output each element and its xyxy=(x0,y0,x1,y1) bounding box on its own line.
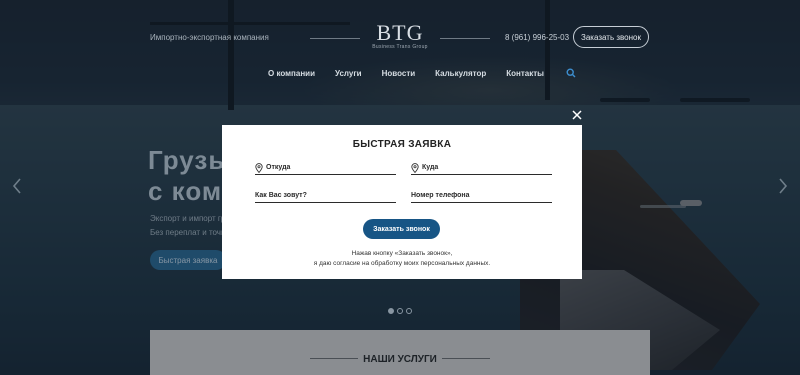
slider-dot[interactable] xyxy=(388,308,394,314)
location-pin-icon xyxy=(411,162,419,173)
location-pin-icon xyxy=(255,162,263,173)
consent-line: Нажав кнопку «Заказать звонок», xyxy=(351,250,453,257)
hero-quick-request-button[interactable]: Быстрая заявка xyxy=(150,250,226,270)
request-call-button[interactable]: Заказать звонок xyxy=(363,219,440,239)
slider-dots xyxy=(388,308,412,314)
hero-text-line: Экспорт и импорт гру xyxy=(150,214,230,223)
from-field xyxy=(255,161,396,175)
header-tagline: Импортно-экспортная компания xyxy=(150,33,269,42)
main-nav: О компании Услуги Новости Калькулятор Ко… xyxy=(268,68,576,78)
hero-text-line: Без переплат и точно xyxy=(150,228,230,237)
phone-field xyxy=(411,189,552,203)
hero-title-line: Грузы xyxy=(148,145,232,175)
search-icon[interactable] xyxy=(566,68,576,78)
header-phone[interactable]: 8 (961) 996-25-03 xyxy=(505,33,569,42)
consent-line: я даю согласие на обработку моих персона… xyxy=(313,260,491,267)
hero-title-line: с ком xyxy=(148,176,223,206)
chevron-left-icon[interactable] xyxy=(12,178,22,194)
phone-input[interactable] xyxy=(411,192,552,199)
logo-text: BTG xyxy=(376,20,424,45)
services-divider-right xyxy=(442,358,490,359)
logo[interactable]: BTG Business Trans Group xyxy=(370,20,430,51)
name-field xyxy=(255,189,396,203)
logo-divider-left xyxy=(310,38,360,39)
slider-dot[interactable] xyxy=(397,308,403,314)
name-input[interactable] xyxy=(255,192,396,199)
nav-item-calculator[interactable]: Калькулятор xyxy=(435,69,486,78)
close-icon[interactable] xyxy=(572,110,582,120)
nav-item-about[interactable]: О компании xyxy=(268,69,315,78)
modal-title: БЫСТРАЯ ЗАЯВКА xyxy=(352,139,452,150)
nav-item-services[interactable]: Услуги xyxy=(335,69,362,78)
logo-subtitle: Business Trans Group xyxy=(372,44,428,50)
from-input[interactable] xyxy=(266,164,396,171)
slider-dot[interactable] xyxy=(406,308,412,314)
logo-divider-right xyxy=(440,38,490,39)
nav-item-contacts[interactable]: Контакты xyxy=(506,69,544,78)
chevron-right-icon[interactable] xyxy=(778,178,788,194)
hero-text: Экспорт и импорт гру Без переплат и точн… xyxy=(150,212,230,240)
to-input[interactable] xyxy=(422,164,552,171)
services-section: НАШИ УСЛУГИ xyxy=(150,330,650,375)
to-field xyxy=(411,161,552,175)
nav-item-news[interactable]: Новости xyxy=(382,69,416,78)
services-title: НАШИ УСЛУГИ xyxy=(363,354,437,365)
consent-text: Нажав кнопку «Заказать звонок», я даю со… xyxy=(222,249,582,269)
hero-title: Грузы с ком xyxy=(148,145,232,207)
header-call-button[interactable]: Заказать звонок xyxy=(573,26,649,48)
quick-request-modal: БЫСТРАЯ ЗАЯВКА Заказать звонок Нажав кно… xyxy=(222,125,582,279)
